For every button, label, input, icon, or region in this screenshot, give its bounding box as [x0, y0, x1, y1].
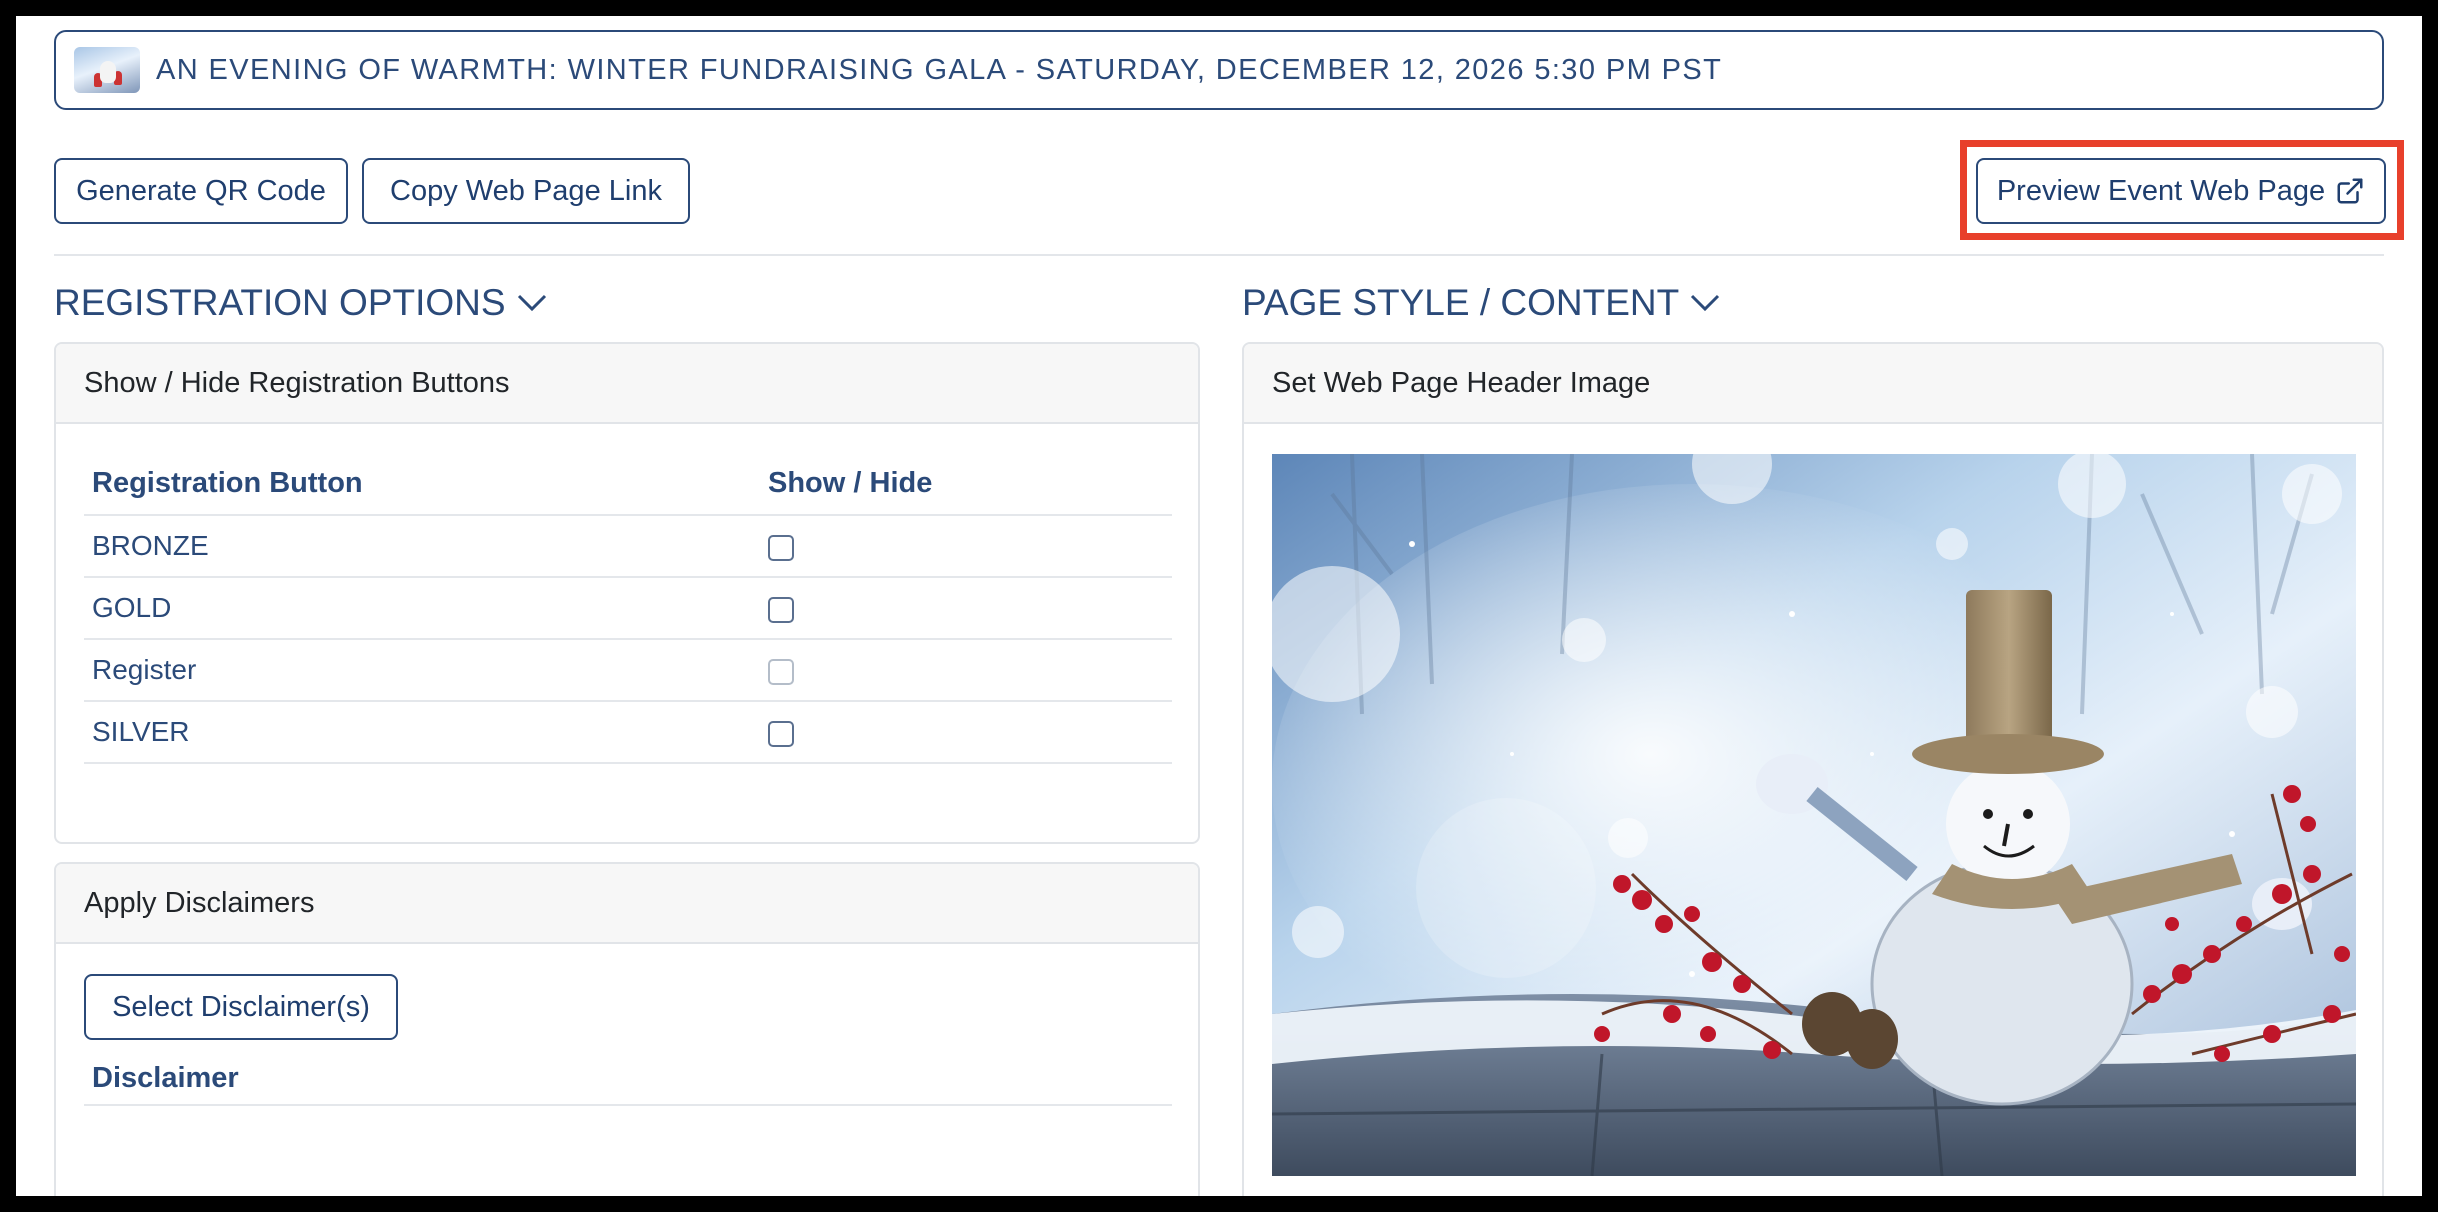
- table-row: BRONZE: [84, 515, 1172, 578]
- preview-button-label: Preview Event Web Page: [1996, 174, 2326, 207]
- disclaimers-card: Apply Disclaimers Select Disclaimer(s) D…: [54, 862, 1200, 1196]
- copy-web-page-link-button[interactable]: Copy Web Page Link: [362, 158, 690, 224]
- show-hide-checkbox[interactable]: [768, 720, 794, 747]
- card-header: Apply Disclaimers: [56, 864, 1198, 944]
- header-image[interactable]: [1272, 454, 2356, 1176]
- chevron-down-icon: [517, 294, 546, 312]
- header-image-card: Set Web Page Header Image: [1242, 342, 2384, 1196]
- page-style-content-toggle[interactable]: PAGE STYLE / CONTENT: [1242, 282, 1721, 324]
- card-header: Set Web Page Header Image: [1244, 344, 2382, 424]
- external-link-icon: [2337, 178, 2363, 204]
- registration-buttons-table: Registration Button Show / Hide BRONZE G…: [84, 452, 1172, 764]
- registration-button-name: SILVER: [84, 701, 760, 764]
- generate-qr-code-button[interactable]: Generate QR Code: [54, 158, 348, 224]
- registration-options-toggle[interactable]: REGISTRATION OPTIONS: [54, 282, 548, 324]
- snowman-winter-header-image: [1272, 454, 2356, 1176]
- preview-event-web-page-button[interactable]: Preview Event Web Page: [1976, 158, 2386, 224]
- event-title: AN EVENING OF WARMTH: WINTER FUNDRAISING…: [156, 53, 1723, 86]
- card-header: Show / Hide Registration Buttons: [56, 344, 1198, 424]
- table-row: SILVER: [84, 701, 1172, 764]
- registration-button-name: GOLD: [84, 577, 760, 640]
- registration-buttons-card: Show / Hide Registration Buttons Registr…: [54, 342, 1200, 844]
- show-hide-checkbox[interactable]: [768, 596, 794, 623]
- select-disclaimers-button[interactable]: Select Disclaimer(s): [84, 974, 398, 1040]
- table-row: GOLD: [84, 577, 1172, 640]
- column-header-registration-button: Registration Button: [84, 452, 760, 516]
- registration-button-name: Register: [84, 639, 760, 702]
- event-thumbnail-image: [74, 47, 140, 93]
- chevron-down-icon: [1691, 294, 1720, 312]
- show-hide-checkbox[interactable]: [768, 534, 794, 561]
- divider: [54, 254, 2384, 256]
- event-banner: AN EVENING OF WARMTH: WINTER FUNDRAISING…: [54, 30, 2384, 110]
- registration-options-title: REGISTRATION OPTIONS: [54, 282, 506, 323]
- column-header-show-hide: Show / Hide: [760, 452, 1172, 516]
- registration-button-name: BRONZE: [84, 515, 760, 578]
- page-style-content-title: PAGE STYLE / CONTENT: [1242, 282, 1680, 323]
- table-header-row: Registration Button Show / Hide: [84, 452, 1172, 516]
- column-header-disclaimer: Disclaimer: [84, 1052, 1172, 1106]
- app-frame: AN EVENING OF WARMTH: WINTER FUNDRAISING…: [16, 16, 2422, 1196]
- show-hide-checkbox-disabled: [768, 658, 794, 685]
- table-row: Register: [84, 639, 1172, 702]
